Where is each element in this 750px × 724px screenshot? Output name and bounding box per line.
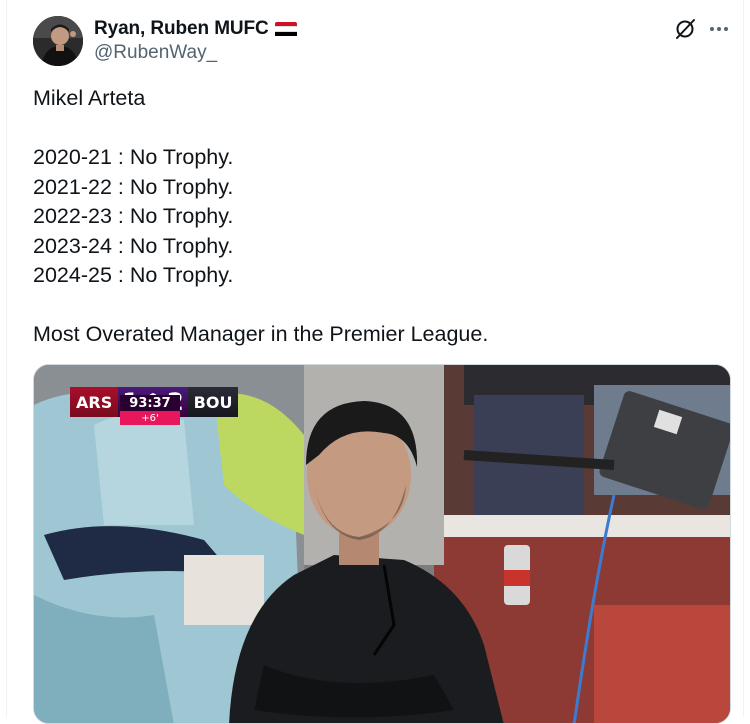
tweet-card[interactable]: Ryan, Ruben MUFC @RubenWay_ Mikel Arteta… — [6, 0, 744, 724]
author-handle[interactable]: @RubenWay_ — [94, 42, 217, 64]
home-team: ARS — [70, 387, 119, 417]
author-name-row[interactable]: Ryan, Ruben MUFC — [94, 17, 297, 41]
tweet-line: 2024-25 : No Trophy. — [33, 263, 234, 287]
yemen-flag-icon — [274, 21, 297, 37]
tweet-line: 2021-22 : No Trophy. — [33, 174, 234, 199]
tweet-line — [33, 291, 723, 321]
tweet-line: Mikel Arteta — [33, 86, 146, 110]
away-team: BOU — [187, 387, 239, 417]
tweet-line: Most Overated Manager in the Premier Lea… — [33, 322, 489, 346]
grok-icon[interactable] — [674, 18, 696, 40]
added-time: +6' — [120, 411, 180, 425]
match-clock: 93:37 — [120, 395, 180, 411]
tweet-line — [33, 114, 723, 144]
display-name[interactable]: Ryan, Ruben MUFC — [94, 18, 269, 40]
more-icon[interactable] — [707, 18, 731, 40]
tweet-media-image[interactable]: ARS 1 2 BOU 93:37 +6' — [33, 364, 731, 724]
avatar[interactable] — [33, 16, 83, 66]
tweet-text: Mikel Arteta 2020-21 : No Trophy. 2021-2… — [33, 84, 723, 350]
tweet-line: 2022-23 : No Trophy. — [33, 204, 234, 228]
tweet-line: 2020-21 : No Trophy. — [33, 145, 234, 169]
tweet-line: 2023-24 : No Trophy. — [33, 233, 234, 258]
